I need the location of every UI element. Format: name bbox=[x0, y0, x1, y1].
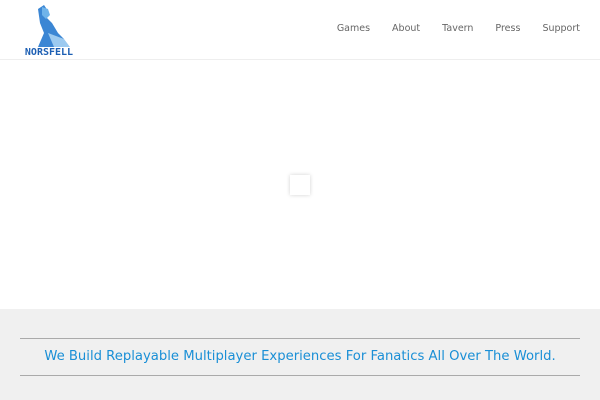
tagline: We Build Replayable Multiplayer Experien… bbox=[20, 338, 580, 376]
nav-about[interactable]: About bbox=[392, 23, 420, 34]
nav-games[interactable]: Games bbox=[337, 23, 370, 34]
tagline-band: We Build Replayable Multiplayer Experien… bbox=[0, 309, 600, 400]
norsfell-logo[interactable]: NORSFELL bbox=[18, 3, 80, 57]
loading-spinner bbox=[290, 175, 310, 195]
svg-text:NORSFELL: NORSFELL bbox=[25, 47, 73, 57]
nav-support[interactable]: Support bbox=[542, 23, 580, 34]
site-header: NORSFELL Games About Tavern Press Suppor… bbox=[0, 0, 600, 60]
nav-tavern[interactable]: Tavern bbox=[442, 23, 473, 34]
nav-press[interactable]: Press bbox=[495, 23, 520, 34]
main-nav: Games About Tavern Press Support bbox=[315, 23, 580, 34]
